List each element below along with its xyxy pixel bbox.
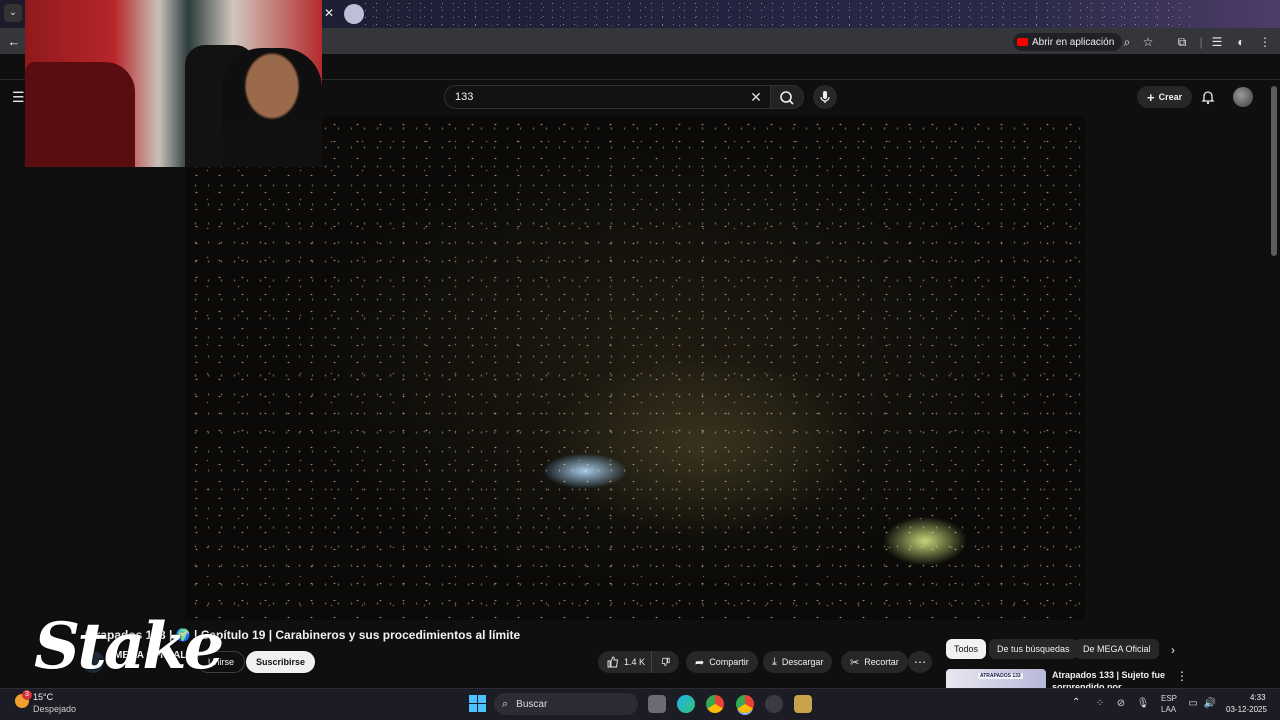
toolbar-divider: | xyxy=(1199,35,1203,49)
tray-app-icon[interactable]: ⁘ xyxy=(1093,697,1107,711)
chip-from-mega[interactable]: De MEGA Oficial xyxy=(1075,639,1159,659)
weather-temperature[interactable]: 15°C xyxy=(33,692,53,702)
tab-search-chevron-icon[interactable]: ⌄ xyxy=(4,4,22,22)
start-windows-icon[interactable] xyxy=(469,695,486,712)
taskbar-search-box[interactable]: ⌕ Buscar xyxy=(494,693,638,715)
clip-button[interactable]: ✂ Recortar xyxy=(841,651,908,673)
stake-logo: Stake xyxy=(34,609,224,684)
notifications-bell-icon[interactable] xyxy=(1199,88,1217,106)
chip-all[interactable]: Todos xyxy=(946,639,987,659)
weather-badge: 3 xyxy=(22,690,32,700)
new-tab-avatar-icon[interactable] xyxy=(344,4,364,24)
recommendation-more-icon[interactable]: ⋮ xyxy=(1176,669,1188,685)
account-avatar[interactable] xyxy=(1233,87,1253,107)
thumbs-down-icon xyxy=(661,657,670,667)
download-button[interactable]: ⤓ Descargar xyxy=(763,651,833,673)
file-explorer-icon[interactable] xyxy=(794,695,812,713)
input-layout[interactable]: LAA xyxy=(1161,705,1176,714)
edge-browser-icon[interactable] xyxy=(677,695,695,713)
back-arrow-icon[interactable]: ← xyxy=(6,34,22,50)
recommendation-thumbnail-label: ATRAPADOS 133 xyxy=(978,673,1023,679)
search-icon xyxy=(780,91,794,105)
zoom-icon[interactable]: ⌕ xyxy=(1119,34,1135,50)
scissors-icon: ✂ xyxy=(850,656,860,669)
clock-date[interactable]: 03-12-2025 xyxy=(1226,705,1267,714)
dislike-button[interactable] xyxy=(651,651,679,673)
search-query-text: 133 xyxy=(455,91,474,103)
clip-label: Recortar xyxy=(864,657,899,667)
tab-strip-background xyxy=(360,0,1190,28)
chrome-active-icon[interactable] xyxy=(736,695,754,713)
taskbar-search-label: Buscar xyxy=(516,698,548,710)
chevron-right-icon[interactable]: › xyxy=(1165,642,1181,658)
volume-icon[interactable]: 🔊 xyxy=(1203,697,1217,711)
create-label: Crear xyxy=(1158,92,1183,102)
webcam-sofa xyxy=(25,62,135,167)
microphone-tray-icon[interactable]: 🎙 xyxy=(1136,697,1150,711)
tab-close-icon[interactable]: ✕ xyxy=(322,6,336,20)
download-label: Descargar xyxy=(781,657,824,667)
youtube-logo-icon xyxy=(1017,38,1028,46)
create-button[interactable]: + Crear xyxy=(1137,86,1193,108)
search-button[interactable] xyxy=(770,85,804,109)
microphone-icon xyxy=(820,91,830,103)
like-button[interactable]: 1.4 K xyxy=(598,651,655,673)
display-icon[interactable]: ▭ xyxy=(1186,697,1200,711)
profile-icon[interactable]: ◐ xyxy=(1233,34,1249,50)
reading-list-icon[interactable]: ☰ xyxy=(1209,34,1225,50)
tray-network-off-icon[interactable]: ⊘ xyxy=(1114,697,1128,711)
thumbs-up-icon xyxy=(607,656,619,668)
share-icon: ➦ xyxy=(695,656,705,669)
subscribe-button[interactable]: Suscribirse xyxy=(246,651,316,673)
video-frame-city-lights xyxy=(185,116,1085,620)
webcam-person xyxy=(222,48,322,167)
taskbar xyxy=(0,688,1280,720)
open-in-app-label: Abrir en aplicación xyxy=(1032,36,1115,48)
share-label: Compartir xyxy=(709,657,749,667)
search-icon: ⌕ xyxy=(502,697,509,710)
like-count: 1.4 K xyxy=(624,657,646,667)
voice-search-button[interactable] xyxy=(813,85,837,109)
download-icon: ⤓ xyxy=(772,655,777,668)
browser-menu-icon[interactable]: ⋮ xyxy=(1257,34,1273,50)
open-in-app-button[interactable]: Abrir en aplicación xyxy=(1013,33,1123,51)
search-input[interactable]: 133 xyxy=(444,85,772,109)
obs-icon[interactable] xyxy=(765,695,783,713)
task-view-icon[interactable] xyxy=(648,695,666,713)
clock-time[interactable]: 4:33 xyxy=(1250,693,1266,702)
weather-description[interactable]: Despejado xyxy=(33,704,76,714)
bookmark-star-icon[interactable]: ☆ xyxy=(1140,34,1156,50)
clear-search-icon[interactable]: ✕ xyxy=(748,88,764,106)
tray-overflow-caret-icon[interactable]: ⌃ xyxy=(1072,697,1080,708)
chip-from-your-searches[interactable]: De tus búsquedas xyxy=(989,639,1078,659)
chrome-icon[interactable] xyxy=(706,695,724,713)
page-scrollbar[interactable] xyxy=(1271,86,1277,256)
input-language[interactable]: ESP xyxy=(1161,694,1177,703)
share-button[interactable]: ➦ Compartir xyxy=(686,651,758,673)
plus-icon: + xyxy=(1147,89,1155,105)
more-actions-icon[interactable]: ⋯ xyxy=(908,651,932,673)
extensions-puzzle-icon[interactable]: ⧉ xyxy=(1174,34,1190,50)
